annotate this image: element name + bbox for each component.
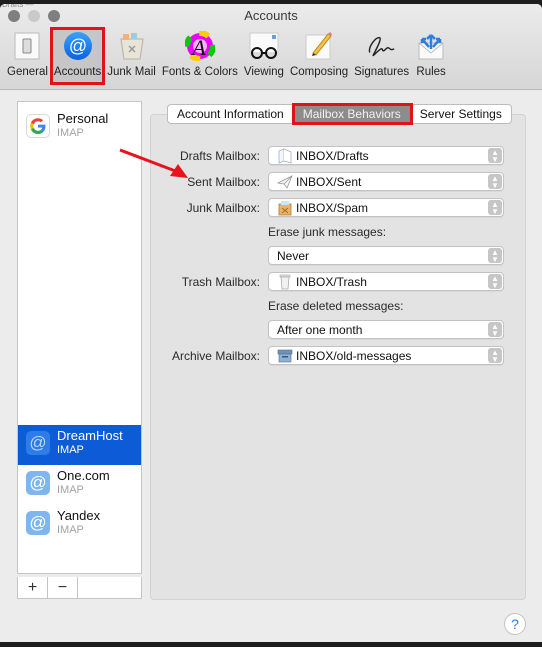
tab-server-settings[interactable]: Server Settings [411,105,511,123]
junk-trash-icon [116,30,148,62]
svg-text:A: A [190,35,206,60]
account-item-one-com[interactable]: @ One.com IMAP [18,465,141,505]
toolbar-rules[interactable]: Rules [412,28,450,84]
chevron-updown-icon: ▲ ▼ [488,348,502,364]
preferences-window: Drafts — Accounts General @ Accounts Jun… [0,4,542,642]
chevron-updown-icon: ▲ ▼ [488,248,502,264]
erase-deleted-select[interactable]: After one month ▲ ▼ [268,320,504,339]
sent-mailbox-select[interactable]: INBOX/Sent ▲ ▼ [268,172,504,191]
screen-bottom-edge [0,642,542,647]
at-sign-icon: @ [26,431,50,455]
sent-plane-icon [277,174,293,190]
drafts-icon [277,148,293,164]
erase-junk-label: Erase junk messages: [268,225,387,239]
toolbar-junk-mail[interactable]: Junk Mail [104,28,159,84]
toolbar-signatures[interactable]: Signatures [351,28,412,84]
erase-deleted-label: Erase deleted messages: [268,299,404,313]
chevron-updown-icon: ▲ ▼ [488,148,502,164]
trash-mailbox-select[interactable]: INBOX/Trash ▲ ▼ [268,272,504,291]
archive-mailbox-select[interactable]: INBOX/old-messages ▲ ▼ [268,346,504,365]
drafts-mailbox-select[interactable]: INBOX/Drafts ▲ ▼ [268,146,504,165]
archive-mailbox-row: Archive Mailbox: INBOX/old-messages ▲ ▼ [150,346,526,366]
junk-icon [277,200,293,216]
red-annotation-arrow [119,148,188,178]
sent-mailbox-row: Sent Mailbox: INBOX/Sent ▲ ▼ [150,172,526,192]
svg-text:@: @ [68,36,86,56]
google-icon [26,114,50,138]
account-item-dreamhost[interactable]: @ DreamHost IMAP [18,425,141,465]
remove-account-button[interactable]: − [48,577,78,598]
titlebar: Drafts — Accounts General @ Accounts Jun… [0,4,542,90]
preferences-toolbar: General @ Accounts Junk Mail A Fonts & C… [4,27,450,86]
trash-mailbox-label: Trash Mailbox: [181,275,260,289]
viewing-glasses-icon [248,30,280,62]
account-item-yandex[interactable]: @ Yandex IMAP [18,505,141,545]
rules-envelope-icon [415,30,447,62]
tab-mailbox-behaviors[interactable]: Mailbox Behaviors [291,103,413,125]
erase-junk-row: Never ▲ ▼ [150,246,526,266]
archive-box-icon [277,348,293,364]
at-sign-icon: @ [62,30,94,62]
junk-mailbox-label: Junk Mailbox: [186,201,260,215]
archive-mailbox-label: Archive Mailbox: [171,349,260,363]
account-tabs: Account Information Mailbox Behaviors Se… [167,103,512,125]
toolbar-composing[interactable]: Composing [287,28,351,84]
sent-mailbox-label: Sent Mailbox: [187,175,260,189]
toolbar-fonts-colors[interactable]: A Fonts & Colors [159,28,241,84]
preferences-content: Personal IMAP @ DreamHost IMAP @ One.com… [0,91,542,642]
tab-account-information[interactable]: Account Information [168,105,294,123]
account-item-personal[interactable]: Personal IMAP [18,108,141,148]
fonts-colors-icon: A [184,30,216,62]
erase-junk-select[interactable]: Never ▲ ▼ [268,246,504,265]
chevron-updown-icon: ▲ ▼ [488,174,502,190]
general-switch-icon [11,30,43,62]
chevron-updown-icon: ▲ ▼ [488,322,502,338]
at-sign-icon: @ [26,511,50,535]
trash-icon [277,274,293,290]
toolbar-accounts[interactable]: @ Accounts [49,27,106,85]
help-button[interactable]: ? [504,613,526,635]
at-sign-icon: @ [26,471,50,495]
accounts-list-footer: + − [17,577,142,599]
toolbar-viewing[interactable]: Viewing [241,28,287,84]
junk-mailbox-select[interactable]: INBOX/Spam ▲ ▼ [268,198,504,217]
toolbar-general[interactable]: General [4,28,51,84]
signature-icon [366,30,398,62]
erase-deleted-row: After one month ▲ ▼ [150,320,526,340]
window-title: Accounts [244,8,298,23]
chevron-updown-icon: ▲ ▼ [488,200,502,216]
chevron-updown-icon: ▲ ▼ [488,274,502,290]
junk-mailbox-row: Junk Mailbox: INBOX/Spam ▲ ▼ [150,198,526,218]
composing-pencil-icon [303,30,335,62]
add-account-button[interactable]: + [18,577,48,598]
trash-mailbox-row: Trash Mailbox: INBOX/Trash ▲ ▼ [150,272,526,292]
drafts-mailbox-row: Drafts Mailbox: INBOX/Drafts ▲ ▼ [150,146,526,166]
